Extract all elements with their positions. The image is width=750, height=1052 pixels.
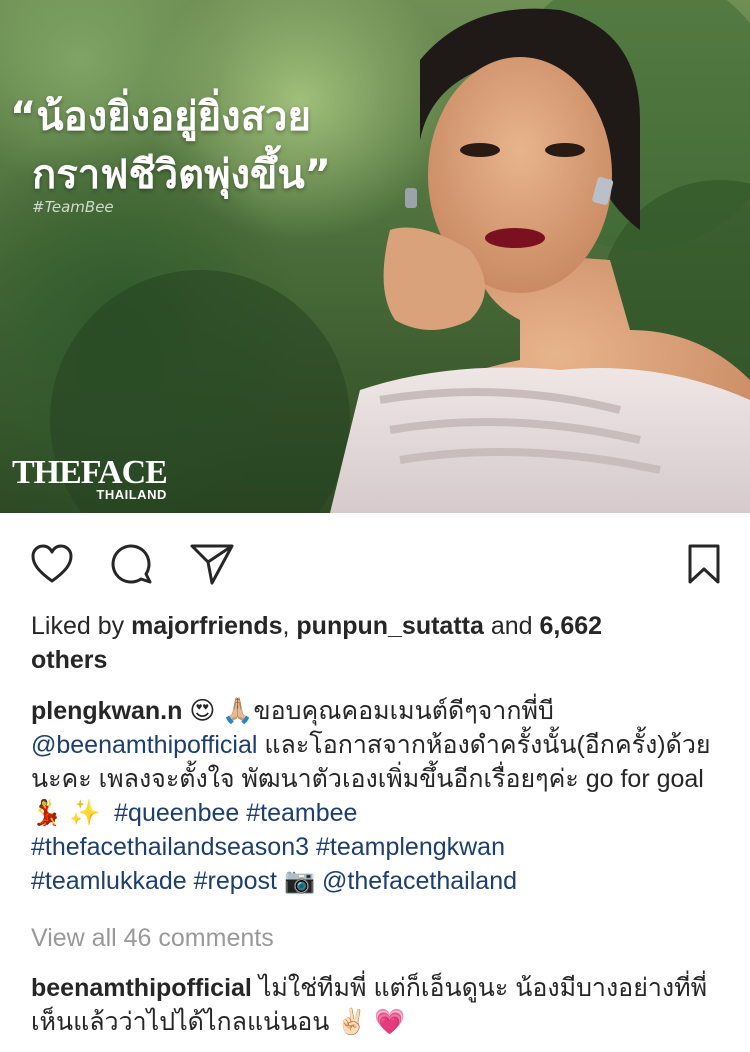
- post-caption: plengkwan.n 😍 🙏🏼ขอบคุณคอมเมนต์ดีๆจากพี่บ…: [31, 694, 731, 898]
- hashtag-link[interactable]: #teambee: [246, 799, 357, 827]
- save-button[interactable]: [680, 540, 728, 588]
- caption-text-1: ขอบคุณคอมเมนต์ดีๆจากพี่บี: [253, 697, 554, 725]
- logo-main: THEFACE: [12, 454, 168, 491]
- pray-emoji: 🙏🏼: [222, 696, 254, 725]
- likes-count[interactable]: 6,662: [540, 612, 603, 640]
- heart-eyes-emoji: 😍: [189, 696, 216, 725]
- caption-username[interactable]: plengkwan.n: [31, 697, 182, 725]
- dancer-emoji: 💃: [31, 798, 63, 827]
- caption-mention[interactable]: @beenamthipofficial: [31, 731, 257, 759]
- theface-logo: THEFACE THAILAND: [12, 454, 168, 503]
- likes-separator: ,: [282, 612, 297, 640]
- hashtag-link[interactable]: #queenbee: [114, 799, 239, 827]
- image-hashtag: #TeamBee: [32, 198, 114, 216]
- quote-line-1: “น้องยิ่งอยู่ยิ่งสวย: [10, 94, 311, 140]
- hashtag-link[interactable]: #repost: [194, 867, 277, 895]
- liker-username-2[interactable]: punpun_sutatta: [296, 612, 484, 640]
- likes-summary: Liked by majorfriends, punpun_sutatta an…: [31, 609, 721, 677]
- bookmark-icon: [688, 544, 720, 584]
- post-image[interactable]: “น้องยิ่งอยู่ยิ่งสวย กราฟชีวิตพุ่งขึ้น” …: [0, 0, 750, 513]
- comment-item: beenamthipofficial ไม่ใช่ทีมพี่ แต่ก็เอ็…: [31, 971, 731, 1039]
- comment-username[interactable]: beenamthipofficial: [31, 974, 252, 1002]
- share-button[interactable]: [188, 540, 236, 588]
- likes-prefix: Liked by: [31, 612, 132, 640]
- like-button[interactable]: [28, 540, 76, 588]
- comment-button[interactable]: [108, 540, 156, 588]
- caption-mention-2[interactable]: @thefacethailand: [322, 867, 517, 895]
- likes-others[interactable]: others: [31, 646, 107, 674]
- camera-emoji: 📷: [283, 866, 316, 895]
- likes-and: and: [483, 612, 540, 640]
- post-photo: [50, 0, 750, 513]
- image-quote: “น้องยิ่งอยู่ยิ่งสวย กราฟชีวิตพุ่งขึ้น”: [0, 88, 400, 204]
- quote-line-2: กราฟชีวิตพุ่งขึ้น”: [32, 152, 331, 198]
- liker-username-1[interactable]: majorfriends: [131, 612, 282, 640]
- hashtag-link[interactable]: #teamplengkwan: [316, 833, 505, 861]
- heart-icon: [31, 544, 73, 583]
- sparkles-emoji: ✨: [69, 798, 101, 827]
- growing-heart-emoji: 💗: [374, 1007, 406, 1036]
- comment-icon: [111, 544, 152, 584]
- share-icon: [190, 544, 234, 585]
- hashtag-link[interactable]: #teamlukkade: [31, 867, 187, 895]
- victory-emoji: ✌🏻: [336, 1007, 368, 1036]
- hashtag-link[interactable]: #thefacethailandseason3: [31, 833, 309, 861]
- view-all-comments-link[interactable]: View all 46 comments: [31, 921, 274, 955]
